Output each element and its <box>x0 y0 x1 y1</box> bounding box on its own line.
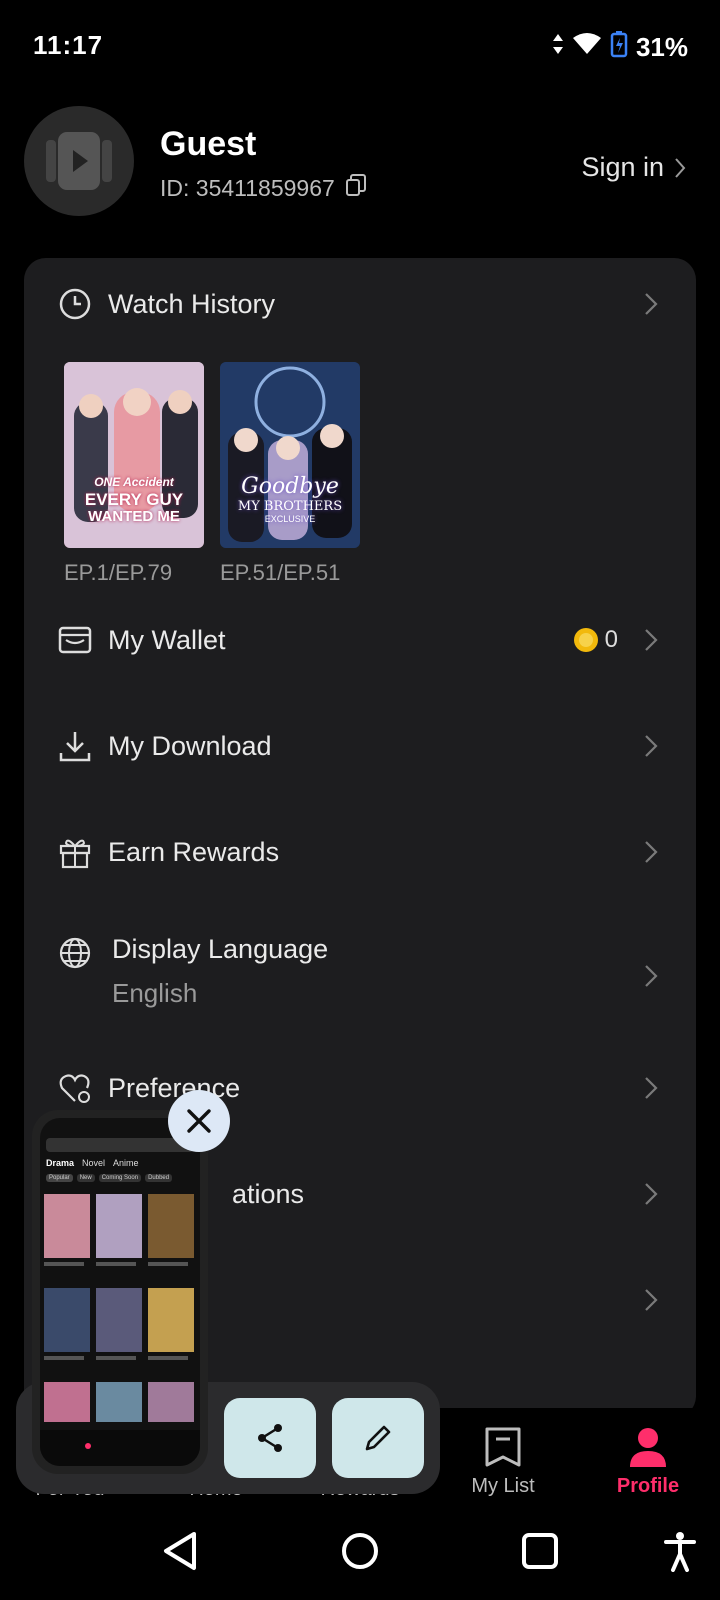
avatar[interactable] <box>24 106 134 216</box>
wallet-balance-group: 0 <box>573 626 618 654</box>
profile-name: Guest <box>160 125 257 163</box>
status-time: 11:17 <box>33 30 104 60</box>
preview-tabs: Drama Novel Anime <box>46 1158 139 1168</box>
clock-icon <box>59 288 91 320</box>
history-item-2-poster[interactable]: Goodbye MY BROTHERS EXCLUSIVE <box>220 362 360 548</box>
preview-tab: Anime <box>113 1158 139 1168</box>
battery-percent: 31% <box>635 32 688 62</box>
chevron-right-icon <box>645 841 658 863</box>
back-icon[interactable] <box>160 1530 200 1572</box>
menu-item-my-download[interactable]: My Download <box>58 726 658 766</box>
menu-item-earn-rewards[interactable]: Earn Rewards <box>58 832 658 872</box>
display-language-value: English <box>112 978 198 1008</box>
notifications-label-tail: ations <box>232 1178 305 1209</box>
home-circle-icon[interactable] <box>340 1530 380 1572</box>
gift-icon <box>59 839 91 869</box>
preview-chip: Dubbed <box>145 1174 173 1182</box>
preview-grid <box>40 1194 200 1466</box>
poster-title-line: WANTED ME <box>88 508 180 525</box>
menu-item-preference[interactable]: Preference <box>58 1068 658 1108</box>
recents-square-icon[interactable] <box>520 1530 560 1572</box>
edit-button[interactable] <box>332 1398 424 1478</box>
preview-tab: Drama <box>46 1158 75 1168</box>
chevron-right-icon <box>645 1077 658 1099</box>
preview-search-bar <box>46 1138 194 1152</box>
copy-icon[interactable] <box>345 173 367 203</box>
pencil-icon <box>365 1425 391 1451</box>
close-preview-button[interactable] <box>168 1090 230 1152</box>
history-item-1-poster[interactable]: ONE Accident EVERY GUY WANTED ME <box>64 362 204 548</box>
preview-screen: Drama Novel Anime Popular New Coming Soo… <box>40 1118 200 1466</box>
poster-title-line: Goodbye <box>241 474 339 499</box>
earn-rewards-label: Earn Rewards <box>108 836 280 867</box>
display-language-label: Display Language <box>112 934 329 964</box>
coin-icon <box>573 628 598 652</box>
chevron-right-icon <box>645 1289 658 1311</box>
sign-in-link[interactable]: Sign in <box>581 152 686 183</box>
nav-label: My List <box>471 1475 535 1497</box>
menu-item-display-language[interactable]: Display Language English <box>58 922 658 1032</box>
preview-chip: Coming Soon <box>98 1174 142 1182</box>
globe-icon <box>59 937 91 969</box>
screenshot-preview[interactable]: Drama Novel Anime Popular New Coming Soo… <box>32 1110 208 1474</box>
wallet-balance: 0 <box>604 626 618 653</box>
poster-title-line: EXCLUSIVE <box>264 514 316 524</box>
preview-chip: Popular <box>46 1174 73 1182</box>
preview-chips: Popular New Coming Soon Dubbed <box>46 1174 173 1182</box>
nav-profile[interactable]: Profile <box>588 1425 708 1498</box>
chevron-right-icon <box>645 735 658 757</box>
heart-settings-icon <box>59 1074 90 1103</box>
person-icon <box>630 1428 666 1467</box>
history-item-1-ep: EP.1/EP.79 <box>64 560 173 585</box>
nav-label: Profile <box>616 1475 680 1497</box>
accessibility-icon[interactable] <box>664 1530 696 1572</box>
poster-title-line: MY BROTHERS <box>237 499 343 514</box>
download-icon <box>59 732 91 762</box>
wifi-icon <box>572 32 602 63</box>
poster-title-line: EVERY GUY <box>84 490 184 509</box>
share-icon <box>258 1424 282 1452</box>
profile-id: ID: 35411859967 <box>160 174 335 201</box>
wallet-icon <box>58 626 92 654</box>
app-logo-icon <box>46 132 112 190</box>
status-icons: 31% <box>552 30 688 65</box>
bookmark-list-icon <box>485 1427 521 1467</box>
share-button[interactable] <box>224 1398 316 1478</box>
chevron-right-icon <box>645 1183 658 1205</box>
chevron-right-icon <box>645 293 658 315</box>
preview-tab: Novel <box>82 1158 106 1168</box>
chevron-right-icon <box>645 629 658 651</box>
data-arrows-icon <box>552 32 564 63</box>
chevron-right-icon <box>645 965 658 987</box>
preview-chip: New <box>76 1174 95 1182</box>
menu-item-my-wallet[interactable]: My Wallet 0 <box>58 620 658 660</box>
close-icon <box>187 1109 211 1133</box>
history-item-2-ep: EP.51/EP.51 <box>220 560 341 585</box>
poster-title-line: ONE Accident <box>94 475 174 489</box>
my-wallet-label: My Wallet <box>108 624 226 655</box>
profile-id-row: ID: 35411859967 <box>160 173 367 203</box>
my-download-label: My Download <box>108 730 272 761</box>
chevron-right-icon <box>675 157 686 178</box>
sign-in-label: Sign in <box>581 152 664 182</box>
menu-item-watch-history[interactable]: Watch History <box>58 284 658 324</box>
nav-my-list[interactable]: My List <box>443 1425 563 1498</box>
watch-history-label: Watch History <box>108 288 276 319</box>
battery-icon <box>610 30 628 65</box>
